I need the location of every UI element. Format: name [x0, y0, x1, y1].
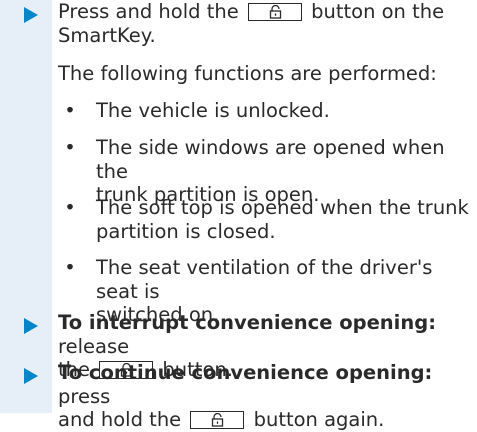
list-item-line: The soft top is opened when the trunk	[96, 196, 469, 219]
unlock-key-button	[247, 3, 302, 21]
step-text: release	[58, 334, 130, 358]
functions-intro: The following functions are performed:	[58, 62, 437, 85]
step-text: press	[58, 384, 111, 408]
step-line: To continue convenience opening: press	[58, 361, 468, 408]
step-text: and hold the	[58, 408, 182, 431]
bullet-marker: •	[64, 196, 76, 219]
step-heading: To continue convenience opening:	[58, 361, 433, 384]
unlock-key-button	[190, 411, 245, 429]
list-item: The vehicle is unlocked.	[96, 99, 471, 123]
step-line: and hold the button again.	[58, 408, 468, 432]
step-press-and-hold: Press and hold the button on the SmartKe…	[58, 0, 468, 47]
step-arrow-icon	[24, 368, 38, 384]
step-line: Press and hold the button on the	[58, 0, 468, 24]
unlock-icon	[269, 5, 282, 19]
unlock-icon	[212, 413, 224, 427]
step-text: Press and hold the	[58, 0, 239, 23]
step-line: SmartKey.	[58, 23, 156, 47]
list-item-line: partition is closed.	[96, 219, 276, 243]
bullet-marker: •	[64, 256, 76, 279]
list-item-line: The side windows are opened when the	[96, 136, 445, 183]
step-continue-opening: To continue convenience opening: press a…	[58, 361, 468, 432]
step-heading: To interrupt convenience opening:	[58, 311, 437, 334]
list-item-line: The seat ventilation of the driver's sea…	[96, 256, 433, 303]
bullet-marker: •	[64, 99, 76, 122]
step-arrow-icon	[24, 7, 38, 23]
step-arrow-icon	[24, 318, 38, 334]
step-text: button on the	[311, 0, 445, 23]
list-item-line: The vehicle is unlocked.	[96, 99, 330, 122]
step-text: button again.	[253, 408, 385, 431]
bullet-marker: •	[64, 136, 76, 159]
instruction-margin-band	[0, 0, 52, 413]
step-line: To interrupt convenience opening: releas…	[58, 311, 468, 358]
list-item: The soft top is opened when the trunk pa…	[96, 196, 471, 243]
